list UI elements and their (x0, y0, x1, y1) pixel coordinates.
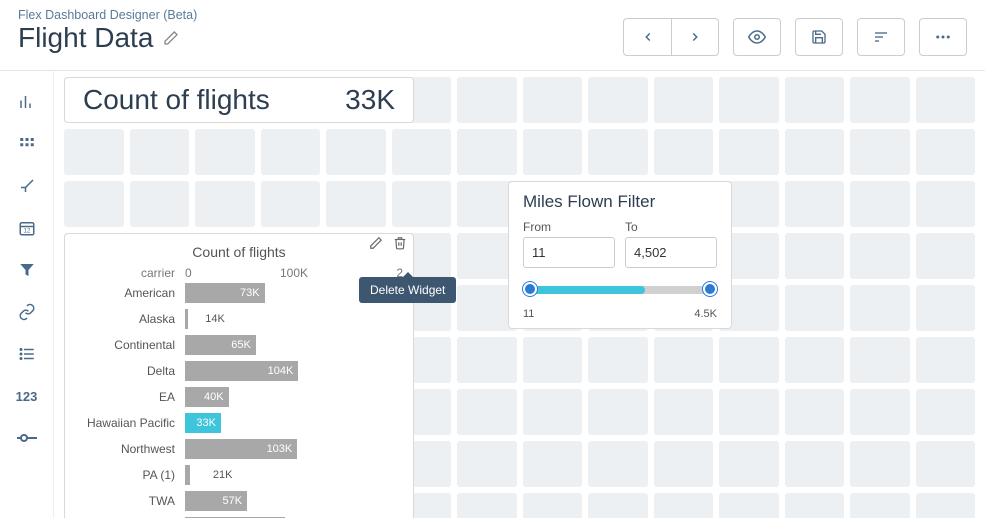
sidebar-filter-icon[interactable] (7, 253, 47, 287)
bar-row: American 73K (75, 280, 403, 306)
bar[interactable]: 104K (185, 361, 298, 381)
delete-widget-icon[interactable] (393, 236, 407, 250)
back-button[interactable] (623, 18, 671, 56)
filter-title: Miles Flown Filter (523, 192, 717, 212)
bar-row: Hawaiian Pacific 33K (75, 410, 403, 436)
slider-min-label: 11 (523, 308, 534, 320)
bar-row: TWA 57K (75, 488, 403, 514)
bar-category-label: PA (1) (75, 468, 185, 482)
chart-widget[interactable]: Count of flights carrier 0 100K 2 Americ… (64, 233, 414, 518)
sidebar-list-icon[interactable] (7, 337, 47, 371)
to-input[interactable] (625, 237, 717, 268)
bar[interactable]: 21K (185, 465, 232, 485)
sidebar-number-icon[interactable]: 123 (7, 379, 47, 413)
sidebar-link-icon[interactable] (7, 295, 47, 329)
bar[interactable]: 73K (185, 283, 265, 303)
tool-sidebar: 12 123 (0, 71, 54, 518)
bar-category-label: Delta (75, 364, 185, 378)
bar-category-label: Northwest (75, 442, 185, 456)
sidebar-import-icon[interactable] (7, 169, 47, 203)
filter-widget[interactable]: Miles Flown Filter From To 11 4.5K (508, 181, 732, 329)
bar[interactable]: 33K (185, 413, 221, 433)
bar[interactable]: 65K (185, 335, 256, 355)
slider-max-label: 4.5K (694, 308, 717, 320)
nav-button-group (623, 18, 719, 56)
bar-row: Delta 104K (75, 358, 403, 384)
slider-knob-min[interactable] (523, 282, 537, 296)
metric-value: 33K (345, 84, 395, 116)
bar[interactable]: 40K (185, 387, 229, 407)
edit-widget-icon[interactable] (369, 236, 383, 250)
svg-text:12: 12 (23, 229, 30, 235)
from-input[interactable] (523, 237, 615, 268)
bar-category-label: EA (75, 390, 185, 404)
sort-button[interactable] (857, 18, 905, 56)
forward-button[interactable] (671, 18, 719, 56)
bar-category-label: Hawaiian Pacific (75, 416, 185, 430)
range-slider[interactable] (523, 280, 717, 304)
bar-category-label: American (75, 286, 185, 300)
edit-title-icon[interactable] (163, 30, 179, 46)
to-label: To (625, 220, 717, 234)
metric-title: Count of flights (83, 84, 270, 116)
bar-row: Alaska 14K (75, 306, 403, 332)
bar-row: Northwest 103K (75, 436, 403, 462)
bar-category-label: Alaska (75, 312, 185, 326)
bar-row: United 92K (75, 514, 403, 518)
from-label: From (523, 220, 615, 234)
bar-category-label: Continental (75, 338, 185, 352)
app-subtitle: Flex Dashboard Designer (Beta) (18, 8, 197, 22)
bar[interactable]: 14K (185, 309, 225, 329)
more-button[interactable] (919, 18, 967, 56)
chart-dimension-label: carrier (75, 266, 185, 280)
page-title: Flight Data (18, 22, 153, 54)
sidebar-slider-icon[interactable] (7, 421, 47, 455)
bar[interactable]: 103K (185, 439, 297, 459)
bar-category-label: TWA (75, 494, 185, 508)
save-button[interactable] (795, 18, 843, 56)
bar[interactable]: 57K (185, 491, 247, 511)
delete-tooltip: Delete Widget (359, 277, 456, 303)
sidebar-calendar-icon[interactable]: 12 (7, 211, 47, 245)
bar-row: EA 40K (75, 384, 403, 410)
preview-button[interactable] (733, 18, 781, 56)
slider-knob-max[interactable] (703, 282, 717, 296)
chart-title: Count of flights (75, 244, 403, 260)
sidebar-chart-icon[interactable] (7, 85, 47, 119)
metric-widget[interactable]: Count of flights 33K (64, 77, 414, 123)
bar-row: Continental 65K (75, 332, 403, 358)
bar-row: PA (1) 21K (75, 462, 403, 488)
sidebar-table-icon[interactable] (7, 127, 47, 161)
